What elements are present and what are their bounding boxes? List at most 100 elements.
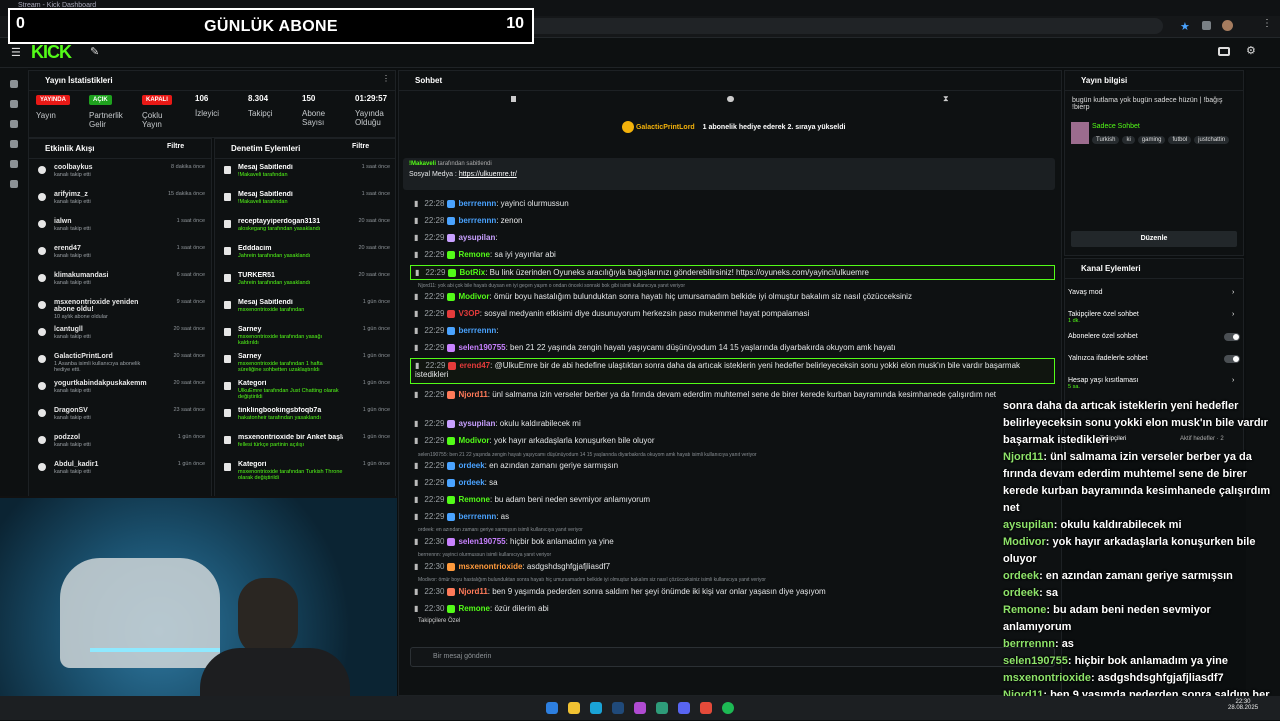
chat-message[interactable]: ▮ 22:29 aysupilan: okulu kaldırabilecek mi [410,419,1055,428]
moderation-item[interactable]: Sarney msxenontrioxide tarafından 1 hafta… [238,353,343,373]
message-user[interactable]: Njord11 [458,390,487,399]
more-icon[interactable]: ⋮ [382,74,390,83]
action-toggle[interactable] [1224,355,1240,363]
moderation-item[interactable]: Mesaj Sabitlendi !Makaveli tarafından [238,164,343,178]
users-icon[interactable] [10,160,18,168]
taskbar-clock[interactable]: 22:30 28.08.2025 [1228,699,1258,711]
channel-action[interactable]: Hesap yaşı kısıtlaması 5 sa. › [1068,377,1240,390]
moderation-item[interactable]: Edddacim Jahrein tarafından yasaklandı [238,245,343,259]
moderation-item[interactable]: TURKER51 Jahrein tarafından yasaklandı [238,272,343,286]
channel-action[interactable]: Takipçilere özel sohbet 1 dk. › [1068,311,1240,324]
message-user[interactable]: aysupilan [458,233,495,242]
message-user[interactable]: ordeek [458,461,484,470]
delete-icon[interactable]: ▮ [414,587,418,596]
delete-icon[interactable]: ▮ [415,361,419,370]
app-icon[interactable] [634,702,646,714]
activity-item[interactable]: podzzol kanalı takip etti [54,434,154,448]
delete-icon[interactable]: ▮ [414,512,418,521]
moderation-item[interactable]: Sarney msxenontrioxide tarafından yasağı … [238,326,343,346]
chat-popout-icon[interactable] [511,96,516,102]
stream-tag[interactable]: Turkish [1092,136,1120,144]
message-user[interactable]: Modivor [458,436,489,445]
delete-icon[interactable]: ▮ [414,436,418,445]
activity-item[interactable]: lcantugll kanalı takip etti [54,326,154,340]
message-user[interactable]: berrrennn [458,216,496,225]
stream-tag[interactable]: justchattin [1194,136,1230,144]
delete-icon[interactable]: ▮ [414,292,418,301]
category-name[interactable]: Sadece Sohbet [1092,123,1140,130]
message-user[interactable]: selen190755 [458,343,505,352]
message-user[interactable]: berrrennn [458,512,496,521]
chat-bubble-icon[interactable] [727,96,734,102]
message-user[interactable]: Remone [458,604,490,613]
message-user[interactable]: Remone [458,250,490,259]
chat-message[interactable]: ▮ 22:30 selen190755: hiçbir bok anlamadım … [410,537,1055,546]
channel-action[interactable]: Yavaş mod › [1068,289,1240,296]
activity-item[interactable]: ialwn kanalı takip etti [54,218,154,232]
activity-filter-button[interactable]: Filtre [167,143,184,150]
kick-logo[interactable]: KICK [31,42,72,63]
settings-rail-icon[interactable] [10,180,18,188]
moderation-item[interactable]: receptayyiperdogan3131 aloskegang tarafın… [238,218,343,232]
chat-message[interactable]: ▮ 22:30 Remone: özür dilerim abi [410,604,1055,613]
analytics-icon[interactable] [10,140,18,148]
chat-message[interactable]: ▮ 22:29 Modivor: ömür boyu hastalığım bulu… [410,292,1055,301]
chat-message[interactable]: ▮ 22:29 Modivor: yok hayır arkadaşlarla ko… [410,436,1055,445]
delete-icon[interactable]: ▮ [414,309,418,318]
chrome-icon[interactable] [700,702,712,714]
discord-icon[interactable] [678,702,690,714]
message-user[interactable]: msxenontrioxide [458,562,522,571]
moderation-filter-button[interactable]: Filtre [352,143,369,150]
menu-dots-icon[interactable]: ⋮ [1262,18,1272,29]
chat-message[interactable]: ▮ 22:29 selen190755: ben 21 22 yaşında zen… [410,343,1055,352]
extensions-icon[interactable] [1202,21,1211,30]
moderation-item[interactable]: Mesaj Sabitlendi !Makaveli tarafından [238,191,343,205]
chat-message[interactable]: ▮ 22:29 berrrennn: as [410,512,1055,521]
delete-icon[interactable]: ▮ [414,604,418,613]
delete-icon[interactable]: ▮ [414,390,418,399]
view-toggle-icon[interactable] [1218,47,1230,56]
message-user[interactable]: Njord11 [458,587,487,596]
delete-icon[interactable]: ▮ [414,562,418,571]
chatgpt-icon[interactable] [656,702,668,714]
message-user[interactable]: Remone [458,495,490,504]
message-user[interactable]: BotRix [459,268,485,277]
chat-message[interactable]: ▮ 22:29 V3OP: sosyal medyanin etkisimi diy… [410,309,1055,318]
windows-start-icon[interactable] [546,702,558,714]
channel-action[interactable]: Abonelere özel sohbet [1068,333,1240,341]
edge-icon[interactable] [590,702,602,714]
settings-icon[interactable]: ⚙ [1246,44,1256,57]
delete-icon[interactable]: ▮ [414,343,418,352]
delete-icon[interactable]: ▮ [414,461,418,470]
action-toggle[interactable] [1224,333,1240,341]
activity-item[interactable]: yogurtkabindakpuskakemm kanalı takip etti [54,380,154,394]
message-user[interactable]: V3OP [458,309,479,318]
stream-tag[interactable]: futbol [1168,136,1192,144]
activity-item[interactable]: DragonSV kanalı takip etti [54,407,154,421]
steam-icon[interactable] [612,702,624,714]
message-user[interactable]: Modivor [458,292,489,301]
chat-message[interactable]: ▮ 22:29 ordeek: en azından zamanı geriye s… [410,461,1055,470]
delete-icon[interactable]: ▮ [415,268,419,277]
chat-message[interactable]: ▮ 22:30 Njord11: ben 9 yaşımda pederden so… [410,587,1055,596]
chat-message[interactable]: ▮ 22:28 berrrennn: zenon [410,216,1055,225]
bookmark-star-icon[interactable]: ★ [1180,20,1190,33]
activity-item[interactable]: msxenontrioxide yeniden abone oldu! 10 ay… [54,299,154,320]
message-user[interactable]: berrrennn [458,199,496,208]
message-user[interactable]: aysupilan [458,419,495,428]
activity-item[interactable]: arifyimz_z kanalı takip etti [54,191,154,205]
chat-message[interactable]: ▮ 22:29 berrrennn: [410,326,1055,335]
chat-message[interactable]: ▮ 22:29 Remone: sa iyi yayınlar abi [410,250,1055,259]
moderation-item[interactable]: msxenontrioxide bir Anket başlattı felles… [238,434,343,448]
chat-message[interactable]: ▮ 22:30 msxenontrioxide: asdgshdsghfgjafjl… [410,562,1055,571]
message-user[interactable]: berrrennn [458,326,496,335]
activity-item[interactable]: klimakumandasi kanalı takip etti [54,272,154,286]
moderation-item[interactable]: Mesaj Sabitlendi msxenontrioxide tarafınd… [238,299,343,313]
chat-message[interactable]: ▮ 22:29 erend47: @UlkuEmre bir de abi hede… [410,358,1055,384]
delete-icon[interactable]: ▮ [414,233,418,242]
delete-icon[interactable]: ▮ [414,199,418,208]
message-user[interactable]: ordeek [458,478,484,487]
message-user[interactable]: erend47 [459,361,490,370]
delete-icon[interactable]: ▮ [414,419,418,428]
chat-message[interactable]: ▮ 22:29 Remone: bu adam beni neden sevmiyo… [410,495,1055,504]
